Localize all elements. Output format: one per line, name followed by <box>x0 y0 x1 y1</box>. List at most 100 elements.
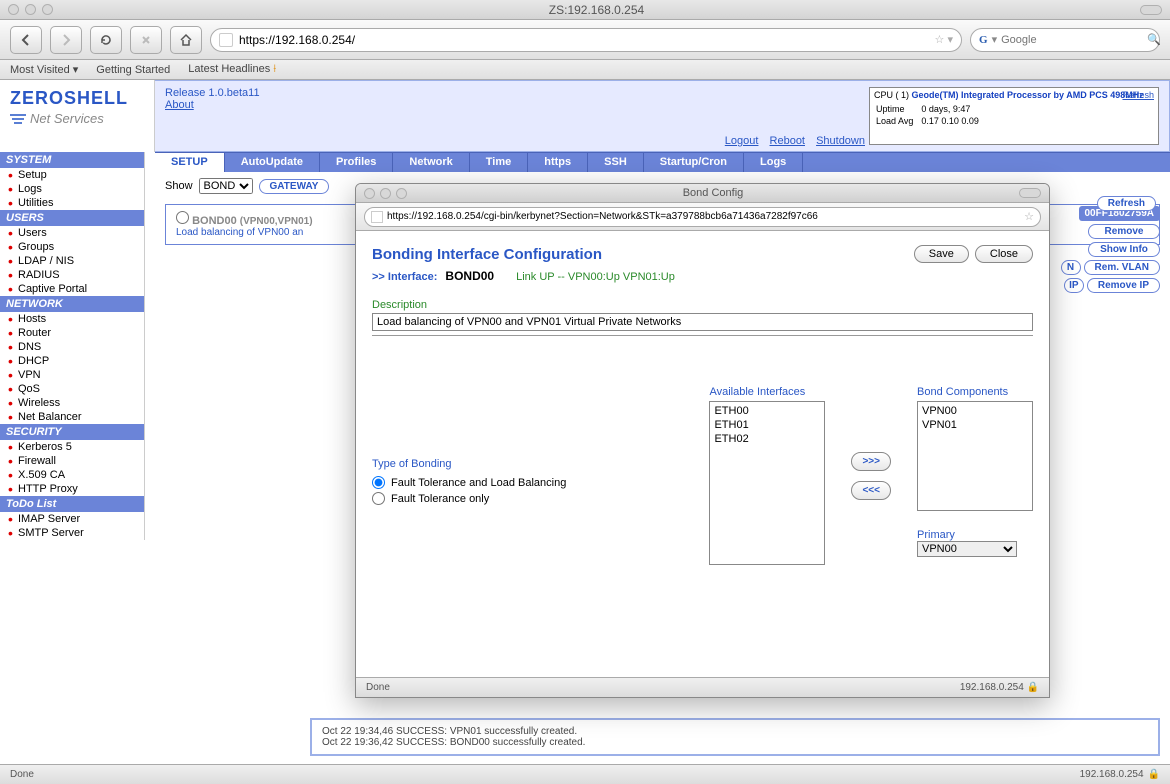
popup-window: Bond Config ☆ Bonding Interface Configur… <box>355 183 1050 698</box>
popup-statusbar: Done 192.168.0.254 🔒 <box>356 677 1049 697</box>
sysbox-refresh-link[interactable]: Refresh <box>1122 90 1154 100</box>
reload-button[interactable] <box>90 26 122 54</box>
sidebar-item[interactable]: Groups <box>0 240 144 254</box>
gateway-button[interactable]: GATEWAY <box>259 179 330 194</box>
back-button[interactable] <box>10 26 42 54</box>
reboot-link[interactable]: Reboot <box>770 135 805 147</box>
bookmark-getting-started[interactable]: Getting Started <box>96 64 170 76</box>
sidebar-item[interactable]: SMTP Server <box>0 526 144 540</box>
sidebar-item[interactable]: DNS <box>0 340 144 354</box>
sidebar-item[interactable]: Hosts <box>0 312 144 326</box>
popup-status-done: Done <box>366 682 390 693</box>
bond-radio[interactable] <box>176 211 189 224</box>
stop-button[interactable] <box>130 26 162 54</box>
components-listbox[interactable]: VPN00VPN01 <box>917 401 1033 511</box>
remove-from-bond-button[interactable]: <<< <box>851 481 891 500</box>
sidebar-item[interactable]: Captive Portal <box>0 282 144 296</box>
divider <box>372 335 1033 336</box>
bonding-type-radio-2[interactable] <box>372 492 385 505</box>
popup-close-dot[interactable] <box>364 188 375 199</box>
rem-vlan-button[interactable]: Rem. VLAN <box>1084 260 1160 275</box>
show-select[interactable]: BOND <box>199 178 253 194</box>
save-button[interactable]: Save <box>914 245 969 263</box>
sidebar-item[interactable]: LDAP / NIS <box>0 254 144 268</box>
showinfo-button[interactable]: Show Info <box>1088 242 1160 257</box>
sidebar-item[interactable]: Users <box>0 226 144 240</box>
remove-button[interactable]: Remove <box>1088 224 1160 239</box>
list-item[interactable]: VPN00 <box>920 404 1030 418</box>
list-item[interactable]: ETH02 <box>712 432 822 446</box>
list-item[interactable]: ETH01 <box>712 418 822 432</box>
sidebar-item[interactable]: RADIUS <box>0 268 144 282</box>
sidebar-item[interactable]: QoS <box>0 382 144 396</box>
refresh-button[interactable]: Refresh <box>1097 196 1156 211</box>
sidebar-item[interactable]: IMAP Server <box>0 512 144 526</box>
sidebar-item[interactable]: Wireless <box>0 396 144 410</box>
primary-select[interactable]: VPN00 <box>917 541 1017 557</box>
cpu-label: CPU ( 1) <box>874 90 909 100</box>
right-controls: 00FF1802759A Remove Show Info N Rem. VLA… <box>1061 206 1160 293</box>
window-pill[interactable] <box>1140 5 1162 15</box>
search-icon[interactable]: 🔍 <box>1147 33 1161 46</box>
popup-pill[interactable] <box>1019 188 1041 198</box>
tab-time[interactable]: Time <box>470 153 528 172</box>
list-item[interactable]: ETH00 <box>712 404 822 418</box>
search-box[interactable]: G▾ 🔍 <box>970 28 1160 52</box>
popup-url-input[interactable] <box>387 211 1020 222</box>
tab-autoupdate[interactable]: AutoUpdate <box>225 153 320 172</box>
sidebar-item[interactable]: Router <box>0 326 144 340</box>
bonding-type-radio-1[interactable] <box>372 476 385 489</box>
popup-star-icon[interactable]: ☆ <box>1024 210 1034 223</box>
popup-heading: Bonding Interface Configuration <box>372 246 602 263</box>
popup-title: Bond Config <box>407 187 1019 199</box>
search-input[interactable] <box>1001 34 1143 46</box>
bookmark-latest-headlines[interactable]: Latest Headlines ⟊ <box>188 63 276 76</box>
shutdown-link[interactable]: Shutdown <box>816 135 865 147</box>
min-dot[interactable] <box>25 4 36 15</box>
add-button[interactable]: >>> <box>851 452 891 471</box>
description-input[interactable] <box>372 313 1033 331</box>
forward-button[interactable] <box>50 26 82 54</box>
tab-profiles[interactable]: Profiles <box>320 153 393 172</box>
list-item[interactable]: VPN01 <box>920 418 1030 432</box>
available-listbox[interactable]: ETH00ETH01ETH02 <box>709 401 825 565</box>
zoom-dot[interactable] <box>42 4 53 15</box>
popup-url-bar[interactable]: ☆ <box>364 207 1041 227</box>
tab-https[interactable]: https <box>528 153 588 172</box>
sidebar-item[interactable]: DHCP <box>0 354 144 368</box>
tab-network[interactable]: Network <box>393 153 469 172</box>
interface-value: BOND00 <box>445 269 494 283</box>
n-button[interactable]: N <box>1061 260 1081 275</box>
sidebar-item[interactable]: VPN <box>0 368 144 382</box>
tab-ssh[interactable]: SSH <box>588 153 644 172</box>
url-input[interactable] <box>239 33 929 47</box>
bookmark-most-visited[interactable]: Most Visited ▾ <box>10 63 78 76</box>
popup-zoom-dot[interactable] <box>396 188 407 199</box>
remove-ip-button[interactable]: Remove IP <box>1087 278 1160 293</box>
url-bar[interactable]: ☆ ▾ <box>210 28 962 52</box>
tab-logs[interactable]: Logs <box>744 153 803 172</box>
home-button[interactable] <box>170 26 202 54</box>
popup-url-row: ☆ <box>356 203 1049 231</box>
interface-status: Link UP -- VPN00:Up VPN01:Up <box>516 271 675 283</box>
sidebar-item[interactable]: Kerberos 5 <box>0 440 144 454</box>
sidebar-item[interactable]: Utilities <box>0 196 144 210</box>
bookmark-star-icon[interactable]: ☆ ▾ <box>935 33 953 46</box>
logout-link[interactable]: Logout <box>725 135 759 147</box>
tab-startup/cron[interactable]: Startup/Cron <box>644 153 744 172</box>
tab-setup[interactable]: SETUP <box>155 153 225 172</box>
sidebar-item[interactable]: Net Balancer <box>0 410 144 424</box>
close-button[interactable]: Close <box>975 245 1033 263</box>
release-label: Release 1.0.beta11 <box>165 87 869 99</box>
close-dot[interactable] <box>8 4 19 15</box>
sidebar-item[interactable]: HTTP Proxy <box>0 482 144 496</box>
ip-button[interactable]: IP <box>1064 278 1084 293</box>
popup-min-dot[interactable] <box>380 188 391 199</box>
status-ip: 192.168.0.254 <box>1080 769 1144 780</box>
sidebar-item[interactable]: X.509 CA <box>0 468 144 482</box>
sidebar-item[interactable]: Firewall <box>0 454 144 468</box>
about-link[interactable]: About <box>165 99 194 111</box>
logo-line2: Net Services <box>10 111 150 126</box>
sidebar-item[interactable]: Setup <box>0 168 144 182</box>
sidebar-item[interactable]: Logs <box>0 182 144 196</box>
